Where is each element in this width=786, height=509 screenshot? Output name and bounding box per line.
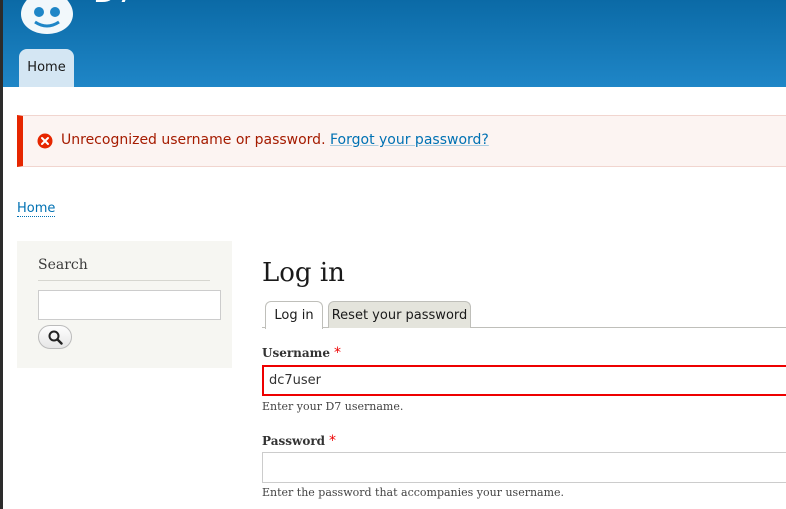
password-label: Password * [262, 433, 336, 449]
tab-reset-password[interactable]: Reset your password [328, 301, 471, 328]
sidebar-search-block: Search [17, 241, 232, 368]
username-description: Enter your D7 username. [262, 400, 404, 413]
username-label: Username * [262, 345, 341, 361]
forgot-password-link[interactable]: Forgot your password? [330, 132, 489, 148]
message-body: Unrecognized username or password. [61, 132, 326, 148]
drupal-logo-icon[interactable] [17, 0, 77, 34]
username-value: dc7user [269, 373, 322, 388]
page-title: Log in [262, 258, 345, 288]
username-field[interactable]: dc7user [262, 365, 786, 396]
divider [38, 280, 210, 281]
password-field[interactable] [262, 452, 786, 483]
nav-tab-home[interactable]: Home [19, 49, 74, 87]
search-block-title: Search [38, 257, 88, 273]
site-name[interactable]: D7 [93, 0, 135, 8]
password-description: Enter the password that accompanies your… [262, 486, 565, 499]
breadcrumb-home[interactable]: Home [17, 201, 56, 217]
search-input[interactable] [38, 290, 221, 320]
password-label-text: Password [262, 434, 326, 448]
search-icon [48, 330, 63, 345]
message-text: Unrecognized username or password. Forgo… [61, 132, 489, 148]
site-header: D7 Home [3, 0, 786, 87]
username-label-text: Username [262, 346, 331, 360]
required-marker: * [329, 433, 337, 449]
required-marker: * [334, 345, 342, 361]
tab-log-in[interactable]: Log in [265, 301, 323, 329]
error-message: Unrecognized username or password. Forgo… [17, 115, 786, 167]
search-button[interactable] [38, 325, 72, 349]
error-icon [37, 133, 53, 149]
